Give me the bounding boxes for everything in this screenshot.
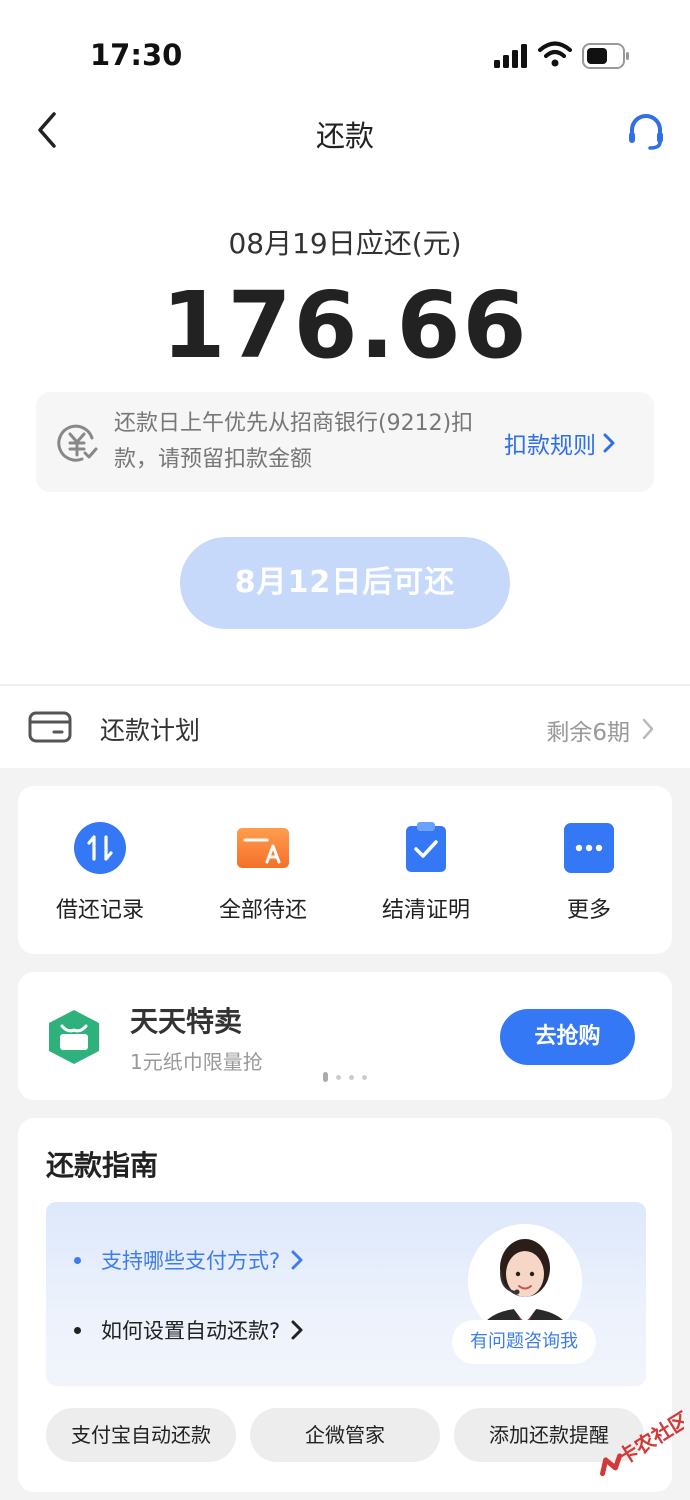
more-icon — [564, 823, 614, 873]
status-bar: 17:30 — [0, 0, 690, 100]
faq-panel: 支持哪些支付方式? 如何设置自动还款? 有问题咨询我 — [46, 1202, 646, 1386]
promo-subtitle: 1元纸巾限量抢 — [130, 1050, 263, 1074]
chip-alipay-auto-repay[interactable]: 支付宝自动还款 — [46, 1408, 236, 1462]
status-time: 17:30 — [90, 38, 183, 72]
faq-text: 支持哪些支付方式? — [101, 1249, 281, 1273]
summary-panel: 17:30 还款 08月19日应还(元) 176.66 还款日上午优先从招商银行… — [0, 0, 690, 768]
watermark-text: 卡农社区 — [613, 1408, 684, 1470]
deduction-rules-link[interactable]: 扣款规则 — [504, 426, 616, 460]
quick-action-label: 借还记录 — [55, 898, 144, 923]
remaining-periods: 剩余6期 — [546, 720, 630, 746]
repayment-plan-label: 还款计划 — [100, 716, 201, 745]
chevron-right-icon — [291, 1250, 303, 1270]
chevron-right-icon — [471, 311, 485, 335]
deduction-rules-label: 扣款规则 — [504, 433, 596, 459]
carousel-dot — [336, 1075, 341, 1080]
quick-action-borrow-repay-records[interactable]: 借还记录 — [20, 822, 180, 924]
faq-text: 如何设置自动还款? — [101, 1319, 281, 1343]
carousel-dot — [349, 1075, 354, 1080]
customer-service-icon[interactable] — [624, 110, 668, 154]
chevron-right-icon — [603, 433, 615, 453]
clipboard-check-icon — [406, 822, 446, 872]
faq-payment-methods[interactable]: 支持哪些支付方式? — [74, 1245, 304, 1275]
carousel-dot — [362, 1075, 367, 1080]
repay-button[interactable]: 8月12日后可还 — [180, 537, 510, 629]
cellular-signal-icon — [494, 44, 527, 68]
card-icon — [28, 711, 72, 743]
repayment-plan-row[interactable]: 还款计划 剩余6期 — [0, 686, 690, 768]
watermark-logo: 卡农社区 — [600, 1408, 684, 1477]
quick-action-label: 全部待还 — [218, 898, 307, 923]
promo-title: 天天特卖 — [130, 1005, 243, 1038]
quick-action-all-pending[interactable]: 全部待还 — [183, 822, 343, 924]
promo-buy-button[interactable]: 去抢购 — [500, 1009, 635, 1065]
gift-bag-icon — [49, 1010, 99, 1064]
faq-auto-repay-setup[interactable]: 如何设置自动还款? — [74, 1315, 304, 1345]
quick-actions-card: 借还记录 全部待还 结清证明 更多 — [18, 786, 672, 954]
due-amount-row[interactable]: 176.66 — [0, 272, 690, 379]
notice-text: 还款日上午优先从招商银行(9212)扣款，请预留扣款金额 — [114, 411, 474, 472]
arrows-icon — [74, 822, 126, 874]
bill-icon — [237, 828, 289, 868]
page-title: 还款 — [315, 119, 374, 153]
chip-wecom-manager[interactable]: 企微管家 — [250, 1408, 440, 1462]
chevron-right-icon — [291, 1320, 303, 1340]
carousel-indicator — [323, 1072, 373, 1082]
wifi-icon — [538, 41, 572, 67]
deduction-notice: 还款日上午优先从招商银行(9212)扣款，请预留扣款金额 扣款规则 — [36, 392, 654, 492]
carousel-dot — [323, 1072, 328, 1082]
quick-action-settlement-proof[interactable]: 结清证明 — [346, 822, 506, 924]
quick-action-more[interactable]: 更多 — [509, 822, 669, 924]
quick-action-label: 结清证明 — [381, 898, 470, 923]
repayment-guide-card: 还款指南 支持哪些支付方式? 如何设置自动还款? 有问题咨询我 支付宝自动还款 … — [18, 1118, 672, 1492]
bullet — [74, 1256, 81, 1264]
ask-assistant-button[interactable]: 有问题咨询我 — [452, 1320, 596, 1364]
yuan-check-icon — [57, 424, 98, 462]
quick-action-label: 更多 — [566, 898, 611, 923]
due-date-label: 08月19日应还(元) — [228, 227, 462, 260]
battery-icon — [582, 43, 629, 69]
chevron-right-icon — [642, 718, 654, 740]
promo-banner[interactable]: 天天特卖 1元纸巾限量抢 去抢购 — [18, 972, 672, 1100]
bullet — [74, 1326, 81, 1334]
guide-title: 还款指南 — [46, 1149, 159, 1182]
